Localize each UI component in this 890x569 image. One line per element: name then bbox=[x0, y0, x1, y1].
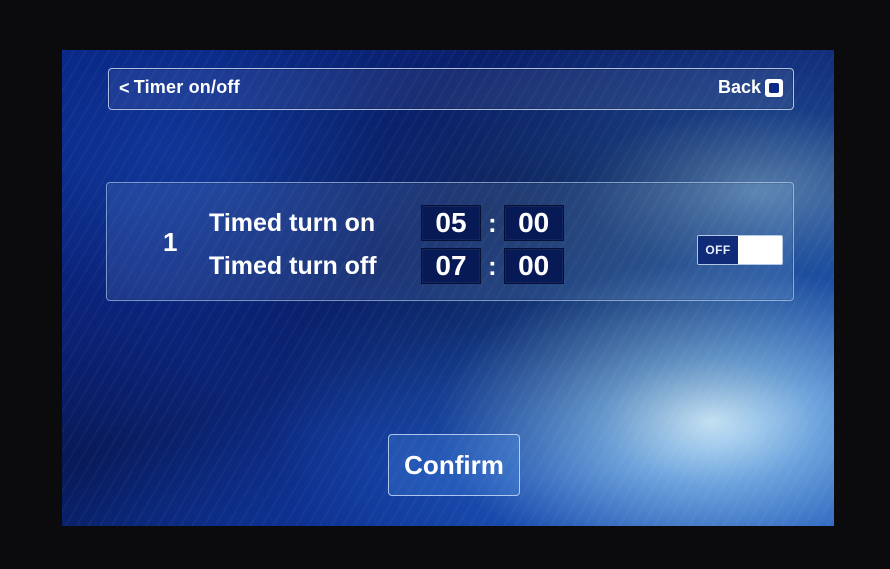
timed-turn-off-minute[interactable]: 00 bbox=[503, 248, 564, 284]
back-button[interactable]: Back bbox=[718, 77, 783, 98]
time-separator: : bbox=[488, 207, 497, 238]
touchscreen: < Timer on/off Back 1 Timed turn on 05 :… bbox=[62, 50, 834, 526]
timed-turn-on-row: Timed turn on 05 : 00 bbox=[209, 205, 564, 241]
back-label: Back bbox=[717, 77, 761, 97]
confirm-button[interactable]: Confirm bbox=[388, 434, 520, 496]
toggle-knob bbox=[738, 236, 782, 264]
top-bar: < Timer on/off Back bbox=[108, 68, 794, 110]
timed-turn-on-hour[interactable]: 05 bbox=[421, 205, 481, 241]
toggle-off-label: OFF bbox=[698, 236, 738, 264]
timed-turn-on-minute[interactable]: 00 bbox=[503, 205, 564, 241]
timer-toggle[interactable]: OFF bbox=[697, 235, 783, 265]
timed-turn-off-label: Timed turn off bbox=[209, 251, 377, 280]
timed-turn-off-time: 07 : 00 bbox=[421, 248, 564, 284]
page-title: < Timer on/off bbox=[119, 77, 240, 98]
page-title-text: Timer on/off bbox=[133, 77, 240, 97]
time-separator: : bbox=[488, 250, 497, 281]
back-icon bbox=[765, 78, 783, 97]
timed-turn-off-row: Timed turn off 07 : 00 bbox=[209, 248, 564, 284]
chevron-left-icon: < bbox=[119, 77, 130, 98]
timed-turn-on-time: 05 : 00 bbox=[421, 205, 564, 241]
device-frame: < Timer on/off Back 1 Timed turn on 05 :… bbox=[0, 0, 890, 569]
timer-index: 1 bbox=[163, 227, 178, 257]
timer-panel: 1 Timed turn on 05 : 00 Timed turn off 0… bbox=[106, 182, 794, 301]
timed-turn-on-label: Timed turn on bbox=[209, 208, 376, 237]
timed-turn-off-hour[interactable]: 07 bbox=[421, 248, 481, 284]
